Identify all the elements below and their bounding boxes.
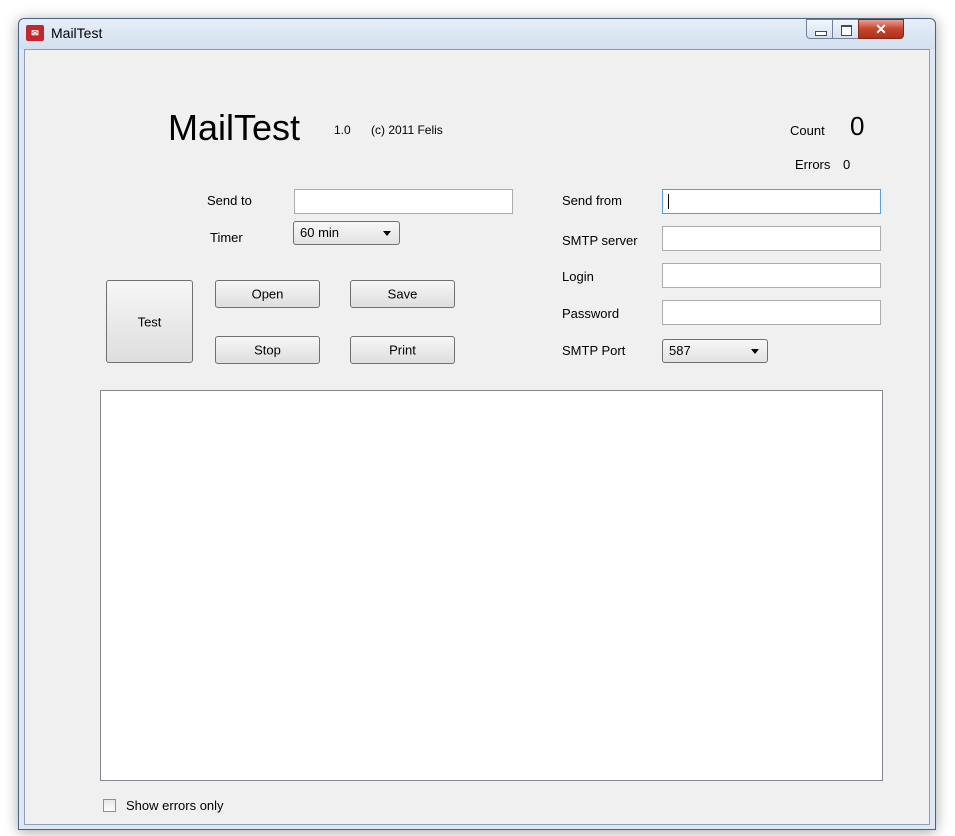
open-button[interactable]: Open	[215, 280, 320, 308]
show-errors-only-label[interactable]: Show errors only	[126, 798, 224, 813]
send-to-label: Send to	[207, 193, 252, 208]
app-envelope-icon: ✉	[26, 25, 44, 41]
errors-value: 0	[843, 157, 851, 172]
smtp-port-label: SMTP Port	[562, 343, 626, 358]
login-input[interactable]	[662, 263, 881, 288]
chevron-down-icon	[751, 349, 759, 354]
smtp-port-select[interactable]: 587	[662, 339, 768, 363]
test-button[interactable]: Test	[106, 280, 193, 363]
send-from-input[interactable]	[662, 189, 881, 214]
close-icon: ✕	[875, 21, 887, 37]
log-output[interactable]	[100, 390, 883, 781]
minimize-button[interactable]	[806, 19, 833, 39]
title-bar[interactable]: ✉ MailTest ✕	[19, 19, 935, 49]
print-button[interactable]: Print	[350, 336, 455, 364]
smtp-server-label: SMTP server	[562, 233, 638, 248]
login-label: Login	[562, 269, 594, 284]
close-button[interactable]: ✕	[858, 19, 904, 39]
stop-button[interactable]: Stop	[215, 336, 320, 364]
client-area: MailTest 1.0 (c) 2011 Felis Count 0 Erro…	[24, 49, 930, 825]
window-title: MailTest	[51, 25, 103, 41]
count-label: Count	[790, 123, 825, 138]
errors-label: Errors	[795, 157, 831, 172]
text-caret	[668, 194, 669, 209]
app-version: 1.0	[334, 123, 351, 137]
app-copyright: (c) 2011 Felis	[371, 123, 443, 137]
show-errors-only-checkbox[interactable]	[103, 799, 116, 812]
chevron-down-icon	[383, 231, 391, 236]
timer-select-value: 60 min	[300, 225, 340, 240]
count-value: 0	[850, 111, 865, 141]
timer-label: Timer	[210, 230, 243, 245]
mailtest-window: ✉ MailTest ✕ MailTest 1.0 (c) 2011 Felis…	[18, 18, 936, 830]
timer-select[interactable]: 60 min	[293, 221, 400, 245]
app-title: MailTest	[168, 107, 301, 148]
send-from-label: Send from	[562, 193, 622, 208]
smtp-server-input[interactable]	[662, 226, 881, 251]
save-button[interactable]: Save	[350, 280, 455, 308]
smtp-port-select-value: 587	[669, 343, 691, 358]
password-input[interactable]	[662, 300, 881, 325]
password-label: Password	[562, 306, 620, 321]
send-to-input[interactable]	[294, 189, 513, 214]
maximize-button[interactable]	[832, 19, 859, 39]
